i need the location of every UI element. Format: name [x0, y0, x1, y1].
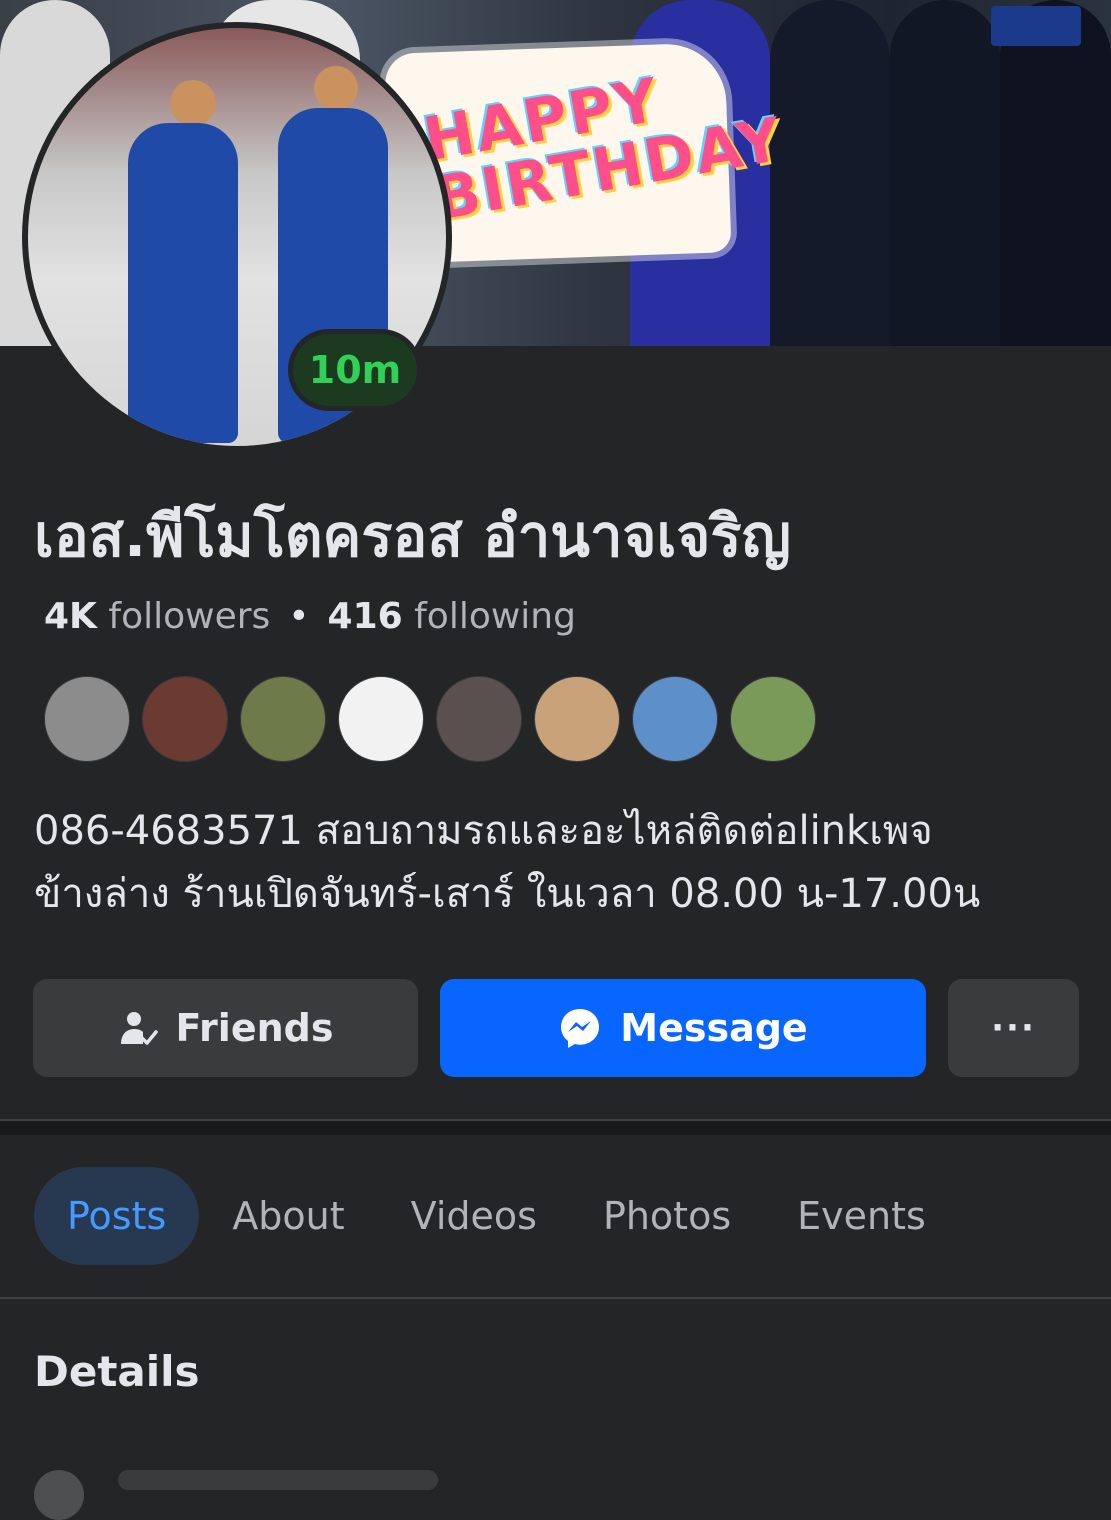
avatar-figure-head — [170, 80, 216, 126]
status-time: 10m — [293, 334, 417, 406]
mutual-friend-avatar[interactable] — [436, 676, 522, 762]
mutual-friends-row — [44, 676, 816, 762]
person-check-icon — [120, 1012, 158, 1045]
profile-bio: 086-4683571 สอบถามรถและอะไหล่ติดต่อlinkเ… — [34, 800, 1074, 926]
stats-separator: • — [288, 596, 310, 637]
tab-about[interactable]: About — [199, 1167, 377, 1265]
message-button-label: Message — [620, 1006, 808, 1050]
avatar-figure-head — [314, 66, 358, 110]
cover-person — [890, 0, 1000, 346]
avatar-figure — [128, 123, 238, 443]
messenger-icon — [561, 1009, 600, 1048]
friends-button-label: Friends — [175, 1006, 334, 1050]
more-options-button[interactable]: ··· — [948, 979, 1079, 1077]
friends-button[interactable]: Friends — [33, 979, 418, 1077]
following-count: 416 — [327, 596, 403, 637]
tab-events[interactable]: Events — [764, 1167, 959, 1265]
section-divider — [0, 1119, 1111, 1135]
following-label: following — [402, 596, 576, 637]
tab-photos[interactable]: Photos — [570, 1167, 764, 1265]
story-status-badge[interactable]: 10m — [288, 329, 422, 411]
more-dots-icon: ··· — [991, 1008, 1036, 1048]
cover-banner — [991, 6, 1081, 46]
tab-posts[interactable]: Posts — [34, 1167, 200, 1265]
mutual-friend-avatar[interactable] — [730, 676, 816, 762]
birthday-sign-text: HAPPY BIRTHDAY — [418, 65, 789, 235]
message-button[interactable]: Message — [440, 979, 926, 1077]
bio-line: ข้างล่าง ร้านเปิดจันทร์-เสาร์ ในเวลา 08.… — [34, 871, 981, 918]
following-link[interactable]: 416 following — [328, 596, 576, 637]
mutual-friend-avatar[interactable] — [338, 676, 424, 762]
follow-stats: 4K followers • 416 following — [44, 594, 576, 641]
cover-person — [1000, 0, 1111, 346]
profile-tabs: Posts About Videos Photos Events — [34, 1167, 959, 1265]
detail-row-text — [118, 1470, 438, 1490]
mutual-friend-avatar[interactable] — [632, 676, 718, 762]
mutual-friend-avatar[interactable] — [240, 676, 326, 762]
followers-label: followers — [96, 596, 271, 637]
tab-videos[interactable]: Videos — [378, 1167, 570, 1265]
mutual-friend-avatar[interactable] — [44, 676, 130, 762]
details-heading: Details — [34, 1347, 200, 1396]
mutual-friend-avatar[interactable] — [142, 676, 228, 762]
mutual-friend-avatar[interactable] — [534, 676, 620, 762]
bio-line: 086-4683571 สอบถามรถและอะไหล่ติดต่อlinkเ… — [34, 808, 933, 854]
profile-name: เอส.พีโมโตครอส อำนาจเจริญ — [34, 502, 791, 570]
followers-link[interactable]: 4K followers — [44, 596, 270, 637]
detail-row-icon — [34, 1470, 84, 1520]
followers-count: 4K — [44, 596, 97, 637]
tabs-divider — [0, 1297, 1111, 1299]
